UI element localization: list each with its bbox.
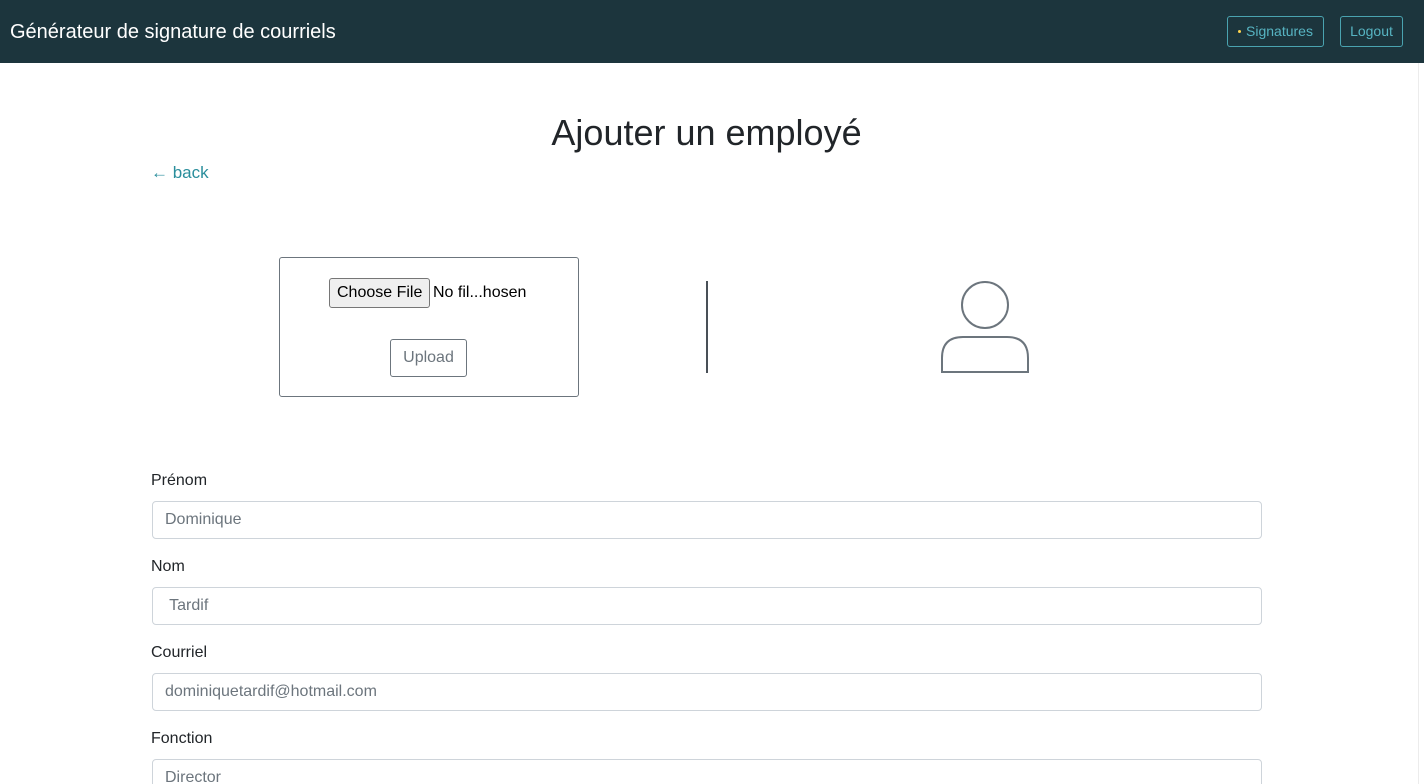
user-placeholder-icon: [941, 281, 1029, 373]
upload-button[interactable]: Upload: [390, 339, 467, 377]
scrollbar-thumb[interactable]: [1420, 63, 1424, 628]
nom-input[interactable]: [152, 587, 1262, 625]
nom-label: Nom: [151, 558, 185, 575]
page-scrollbar[interactable]: [1418, 63, 1424, 784]
logout-button[interactable]: Logout: [1340, 16, 1403, 47]
back-link[interactable]: ← back: [151, 162, 209, 184]
status-dot-icon: [1238, 29, 1242, 33]
prenom-label: Prénom: [151, 472, 208, 489]
top-navbar: Générateur de signature de courriels Sig…: [0, 0, 1424, 63]
fonction-input[interactable]: [152, 759, 1262, 784]
courriel-input[interactable]: [152, 673, 1262, 711]
fonction-label: Fonction: [151, 730, 213, 747]
photo-upload-panel: Choose File No fil...hosen Upload: [279, 257, 579, 397]
choose-file-button[interactable]: Choose File: [329, 278, 431, 308]
vertical-divider: [706, 281, 708, 373]
page-title: Ajouter un employé: [551, 112, 862, 153]
app-brand[interactable]: Générateur de signature de courriels: [10, 20, 336, 44]
signatures-button-label: Signatures: [1246, 23, 1313, 39]
file-status-text: No fil...hosen: [433, 284, 527, 301]
prenom-input[interactable]: [152, 501, 1262, 539]
courriel-label: Courriel: [151, 644, 208, 661]
signatures-button[interactable]: Signatures: [1227, 16, 1324, 47]
